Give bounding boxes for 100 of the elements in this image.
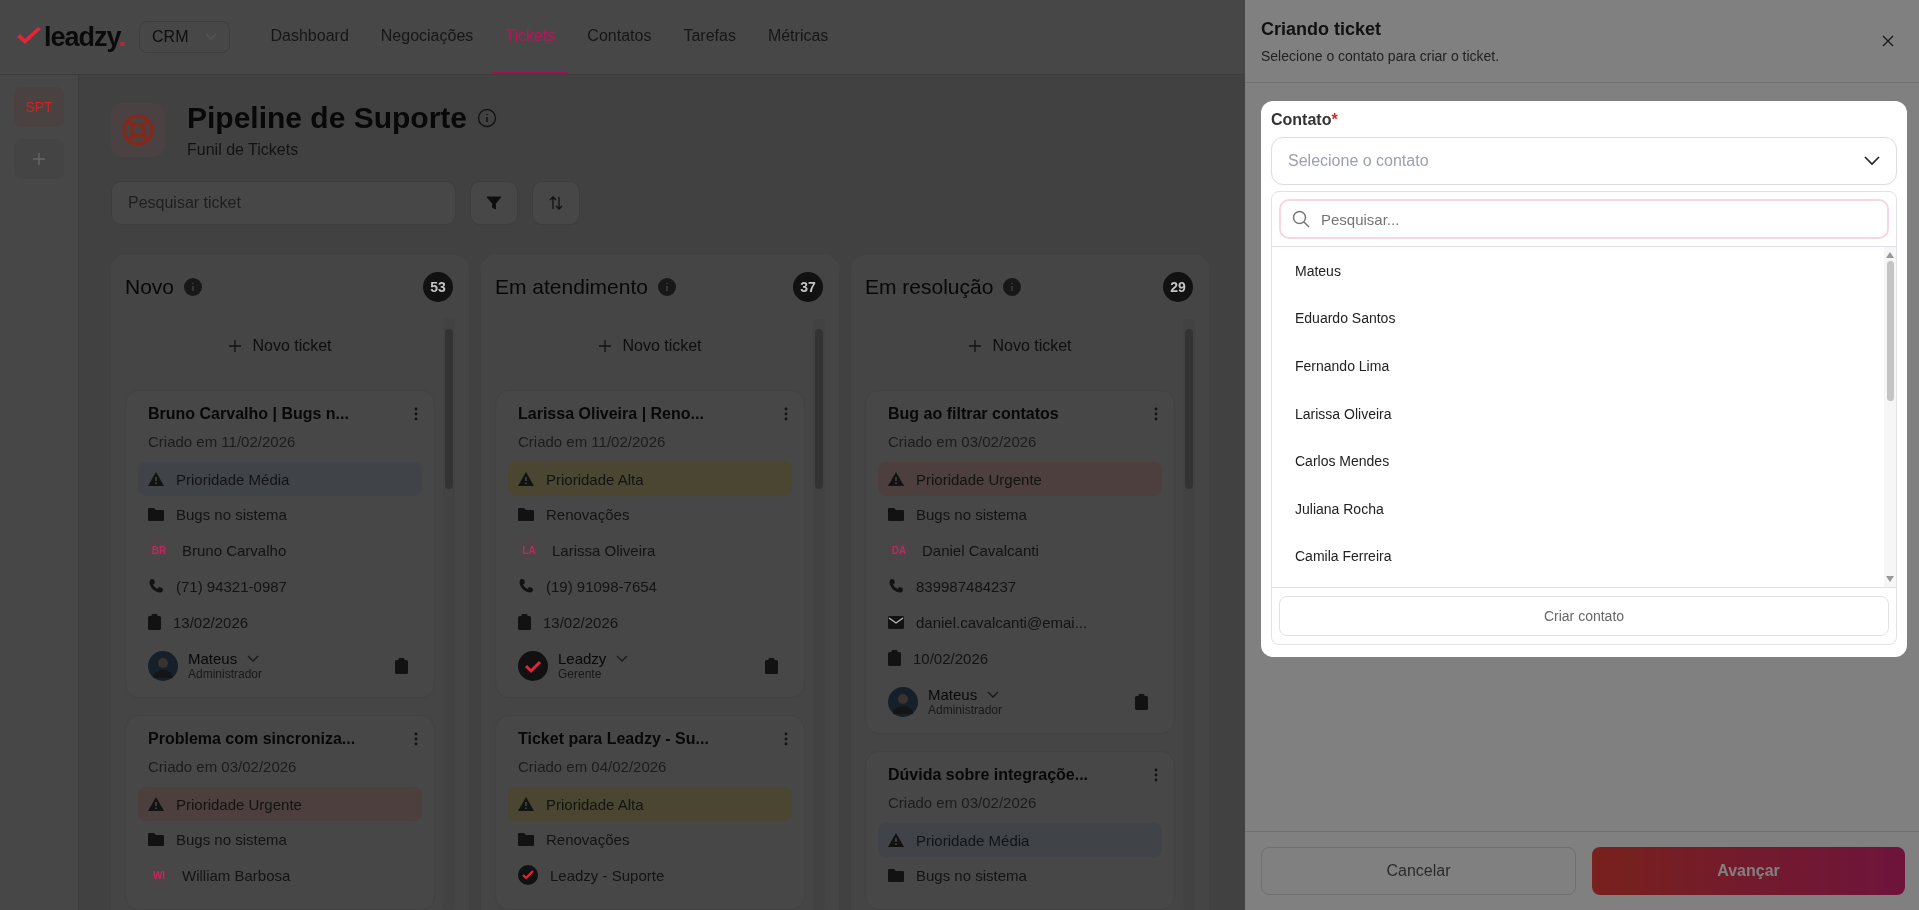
field-label: Contato* — [1271, 111, 1339, 129]
priority-tag: Prioridade Alta — [508, 462, 792, 496]
warning-icon — [148, 797, 164, 811]
contact-option[interactable]: Eduardo Santos — [1272, 294, 1884, 343]
panel-title: Criando ticket — [1261, 18, 1383, 40]
next-button[interactable]: Avançar — [1592, 847, 1905, 895]
warning-icon — [518, 472, 534, 486]
ticket-title: Bruno Carvalho | Bugs n... — [148, 405, 349, 423]
count-badge: 29 — [1163, 272, 1193, 302]
plus-icon — [228, 339, 243, 353]
column-title: Novo — [125, 275, 175, 299]
avatar — [888, 686, 918, 717]
clipboard-icon[interactable] — [395, 657, 408, 674]
column-title: Em resolução — [865, 275, 994, 299]
sort-button[interactable] — [532, 181, 580, 225]
owner-name[interactable]: Leadzy — [558, 650, 607, 667]
warning-icon — [148, 472, 164, 486]
phone-icon — [148, 578, 164, 594]
create-contact-button[interactable]: Criar contato — [1279, 596, 1889, 636]
folder-icon — [888, 507, 904, 521]
chevron-icon[interactable] — [987, 690, 1000, 699]
close-icon[interactable] — [1881, 34, 1895, 48]
contact-option[interactable]: Carlos Mendes — [1272, 437, 1884, 485]
contact-option[interactable]: Fernando Lima — [1272, 342, 1884, 390]
workspace-select[interactable]: CRM — [139, 21, 230, 53]
ticket-title: Dúvida sobre integraçõe... — [888, 766, 1089, 784]
more-icon[interactable] — [1154, 768, 1158, 782]
count-badge: 53 — [423, 272, 453, 302]
contact-initials: BR — [148, 539, 170, 561]
nav-tab[interactable]: Tickets — [492, 0, 569, 74]
pipeline-shortcut[interactable]: SPT — [14, 87, 64, 127]
plus-icon — [968, 339, 983, 353]
info-icon[interactable] — [657, 278, 676, 296]
contact-select[interactable]: Selecione o contato — [1271, 137, 1897, 185]
clipboard-icon — [148, 614, 161, 630]
info-icon[interactable] — [184, 278, 203, 296]
chevron-icon[interactable] — [247, 654, 260, 663]
new-ticket-button[interactable]: Novo ticket — [125, 319, 435, 373]
more-icon[interactable] — [414, 407, 418, 421]
info-icon[interactable] — [477, 108, 498, 128]
warning-icon — [888, 833, 904, 847]
priority-tag: Prioridade Alta — [508, 787, 792, 821]
more-icon[interactable] — [414, 732, 418, 746]
clipboard-icon — [888, 650, 901, 666]
priority-tag: Prioridade Urgente — [878, 462, 1162, 496]
scrollbar[interactable] — [1884, 247, 1896, 587]
count-badge: 37 — [793, 272, 823, 302]
folder-icon — [148, 507, 164, 521]
more-icon[interactable] — [1154, 407, 1158, 421]
chevron-icon — [1864, 156, 1880, 166]
folder-icon — [518, 507, 534, 521]
clipboard-icon[interactable] — [1135, 693, 1148, 710]
phone-icon — [518, 578, 534, 594]
folder-icon — [888, 868, 904, 882]
contact-initials: WI — [148, 864, 170, 886]
new-ticket-button[interactable]: Novo ticket — [865, 319, 1175, 373]
filter-button[interactable] — [470, 181, 518, 225]
folder-icon — [518, 832, 534, 846]
owner-name[interactable]: Mateus — [928, 686, 978, 703]
scroll-down-icon[interactable] — [1885, 575, 1895, 583]
more-icon[interactable] — [784, 407, 788, 421]
plus-icon — [32, 152, 46, 166]
panel-subtitle: Selecione o contato para criar o ticket. — [1261, 47, 1500, 64]
scrollbar-thumb[interactable] — [1886, 261, 1894, 401]
contact-initials: LA — [518, 539, 540, 561]
new-ticket-button[interactable]: Novo ticket — [495, 319, 805, 373]
warning-icon — [518, 797, 534, 811]
more-icon[interactable] — [784, 732, 788, 746]
contact-option[interactable]: Mateus — [1272, 247, 1884, 295]
search-icon — [1292, 210, 1310, 228]
owner-name[interactable]: Mateus — [188, 650, 238, 667]
ticket-title: Bug ao filtrar contatos — [888, 405, 1059, 423]
clipboard-icon — [518, 614, 531, 630]
check-avatar-icon — [518, 865, 538, 885]
scroll-up-icon[interactable] — [1885, 251, 1895, 259]
contact-initials: DA — [888, 539, 910, 561]
avatar — [148, 650, 178, 681]
sort-icon — [548, 195, 564, 211]
warning-icon — [888, 472, 904, 486]
folder-icon — [148, 832, 164, 846]
contact-option[interactable]: Juliana Rocha — [1272, 484, 1884, 533]
avatar — [518, 650, 548, 681]
clipboard-icon[interactable] — [765, 657, 778, 674]
contact-option[interactable]: Larissa Oliveira — [1272, 389, 1884, 438]
chevron-icon[interactable] — [616, 654, 629, 663]
priority-tag: Prioridade Urgente — [138, 787, 422, 821]
plus-icon — [598, 339, 613, 353]
mail-icon — [888, 615, 904, 629]
ticket-title: Ticket para Leadzy - Su... — [518, 730, 709, 748]
phone-icon — [888, 578, 904, 594]
check-icon — [16, 27, 42, 47]
cancel-button[interactable]: Cancelar — [1261, 847, 1576, 895]
lifebuoy-icon — [111, 103, 165, 157]
ticket-title: Problema com sincroniza... — [148, 730, 356, 748]
contact-option[interactable]: Camila Ferreira — [1272, 532, 1884, 581]
column-title: Em atendimento — [495, 275, 648, 299]
info-icon[interactable] — [1003, 278, 1022, 296]
filter-icon — [486, 195, 502, 211]
logo[interactable]: leadzy. — [44, 21, 126, 53]
ticket-title: Larissa Oliveira | Reno... — [518, 405, 704, 423]
